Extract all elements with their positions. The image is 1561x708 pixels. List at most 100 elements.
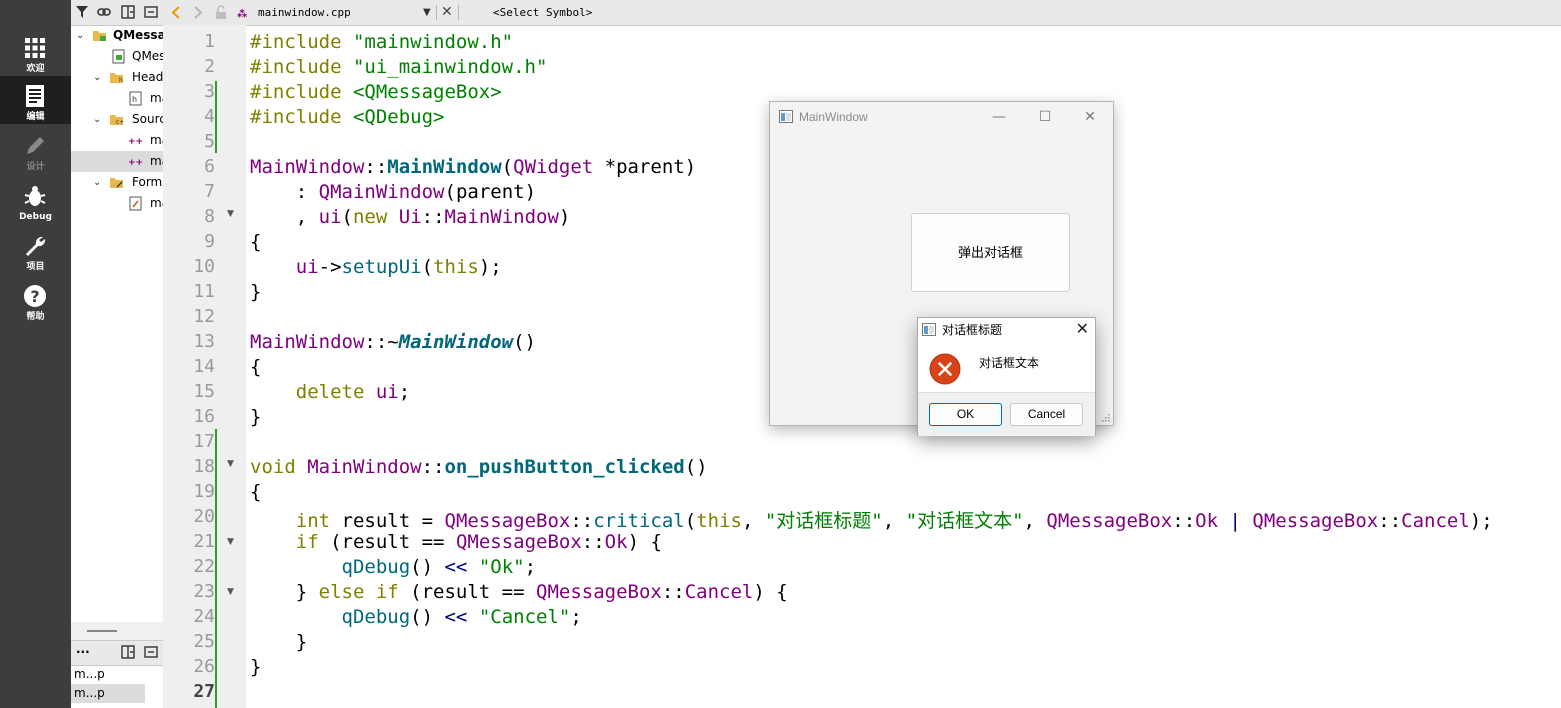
forward-arrow-icon[interactable]	[192, 5, 204, 20]
cancel-button[interactable]: Cancel	[1010, 403, 1083, 426]
tree-item-header-file[interactable]: h ma	[71, 88, 163, 109]
mode-design[interactable]: 设计	[0, 126, 71, 174]
link-icon[interactable]	[97, 5, 111, 19]
open-documents-toolbar: ···	[71, 640, 163, 666]
message-box-title: 对话框标题	[942, 323, 1003, 337]
code-token: MainWindow	[398, 331, 514, 353]
open-documents-menu[interactable]: ···	[76, 641, 90, 663]
line-number: 21	[193, 531, 215, 552]
close-icon[interactable]: ✕	[1076, 318, 1089, 342]
tree-item-label: ma	[150, 154, 163, 168]
window-icon	[922, 323, 936, 336]
symbol-selector[interactable]: <Select Symbol>	[493, 0, 592, 25]
code-token: ;	[524, 556, 537, 578]
code-token: (	[444, 181, 456, 203]
line-number: 18	[193, 456, 215, 477]
code-token: ui	[295, 256, 319, 278]
message-box-titlebar[interactable]: 对话框标题 ✕	[918, 318, 1095, 342]
back-arrow-icon[interactable]	[170, 5, 182, 20]
code-token: (result	[410, 581, 502, 603]
resize-grip-icon[interactable]	[1101, 413, 1110, 422]
fold-marker-icon[interactable]: ▼	[227, 587, 237, 597]
document-icon	[26, 85, 44, 107]
fold-marker-icon[interactable]: ▼	[227, 209, 237, 219]
tree-item-source-file[interactable]: ++ ma	[71, 130, 163, 151]
code-token: ==	[501, 581, 536, 603]
ok-button[interactable]: OK	[929, 403, 1002, 426]
line-number: 15	[193, 381, 215, 402]
fold-marker-icon[interactable]: ▼	[227, 537, 237, 547]
tree-item-project[interactable]: ⌄ QMessa	[71, 25, 163, 46]
svg-text:++: ++	[128, 158, 143, 168]
tree-item-pro-file[interactable]: QMes	[71, 46, 163, 67]
code-token: }	[250, 631, 308, 653]
code-token: this	[433, 256, 479, 278]
code-line: #include "mainwindow.h"	[250, 31, 513, 53]
maximize-button[interactable]: ☐	[1022, 102, 1068, 132]
split-icon[interactable]	[121, 5, 135, 19]
window-close-button[interactable]: ✕	[1067, 102, 1113, 132]
tree-item-forms[interactable]: ⌄ Form	[71, 172, 163, 193]
svg-text:c+: c+	[116, 119, 124, 126]
pencil-icon	[27, 137, 44, 154]
close-pane-icon[interactable]	[144, 5, 158, 19]
tree-item-label: ma	[150, 91, 163, 105]
line-number: 4	[204, 106, 215, 127]
code-token: ()	[410, 556, 445, 578]
code-token: <QMessageBox>	[352, 81, 502, 103]
mode-welcome[interactable]: 欢迎	[0, 28, 71, 76]
code-token: ::	[421, 206, 445, 228]
code-token: QMessageBox	[455, 531, 582, 553]
code-token: result	[341, 510, 422, 532]
chevron-down-icon[interactable]: ▼	[423, 0, 431, 25]
filter-icon[interactable]	[75, 5, 89, 19]
code-token: (	[341, 206, 353, 228]
pane-splitter[interactable]	[71, 622, 163, 640]
close-icon[interactable]: ✕	[441, 0, 453, 25]
tree-item-sources[interactable]: ⌄ c+ Sourc	[71, 109, 163, 130]
tree-item-label: Form	[132, 175, 163, 189]
mode-help[interactable]: ? 帮助	[0, 276, 71, 324]
svg-text:?: ?	[30, 287, 39, 306]
code-token: MainWindow	[250, 156, 365, 178]
code-token: }	[250, 281, 262, 303]
code-token: "mainwindow.h"	[352, 31, 514, 53]
critical-error-icon	[929, 353, 961, 385]
code-token: QMessageBox	[536, 581, 662, 603]
open-document-item[interactable]: m...p	[71, 684, 145, 703]
code-token: Ok	[604, 531, 628, 553]
line-number: 20	[193, 506, 215, 527]
close-pane-icon[interactable]	[144, 645, 158, 659]
split-icon[interactable]	[121, 645, 135, 659]
line-number: 6	[204, 156, 215, 177]
mode-edit[interactable]: 编辑	[0, 76, 71, 124]
fold-marker-icon[interactable]: ▼	[227, 459, 237, 469]
tree-item-source-file[interactable]: ++ ma	[71, 151, 163, 172]
main-window-titlebar[interactable]: MainWindow — ☐ ✕	[770, 102, 1113, 132]
line-number: 3	[204, 81, 215, 102]
code-token: Ui	[398, 206, 422, 228]
open-document-item[interactable]: m...p	[71, 665, 163, 684]
show-dialog-button[interactable]: 弹出对话框	[911, 213, 1070, 292]
code-token: ,	[741, 510, 765, 532]
minimize-button[interactable]: —	[976, 102, 1022, 132]
code-line: {	[250, 231, 261, 253]
code-token: ::	[421, 456, 445, 478]
code-token: ()	[684, 456, 708, 478]
mode-debug[interactable]: Debug	[0, 176, 71, 224]
line-number: 11	[193, 281, 215, 302]
line-number: 23	[193, 581, 215, 602]
tree-item-ui-file[interactable]: ma	[71, 193, 163, 214]
mode-projects[interactable]: 项目	[0, 226, 71, 274]
code-token: QWidget	[513, 156, 594, 178]
tree-item-headers[interactable]: ⌄ h Head	[71, 67, 163, 88]
code-token: else if	[318, 581, 411, 603]
svg-text:++: ++	[128, 137, 143, 147]
code-token: MainWindow	[250, 331, 365, 353]
code-token: <<	[444, 606, 468, 628]
